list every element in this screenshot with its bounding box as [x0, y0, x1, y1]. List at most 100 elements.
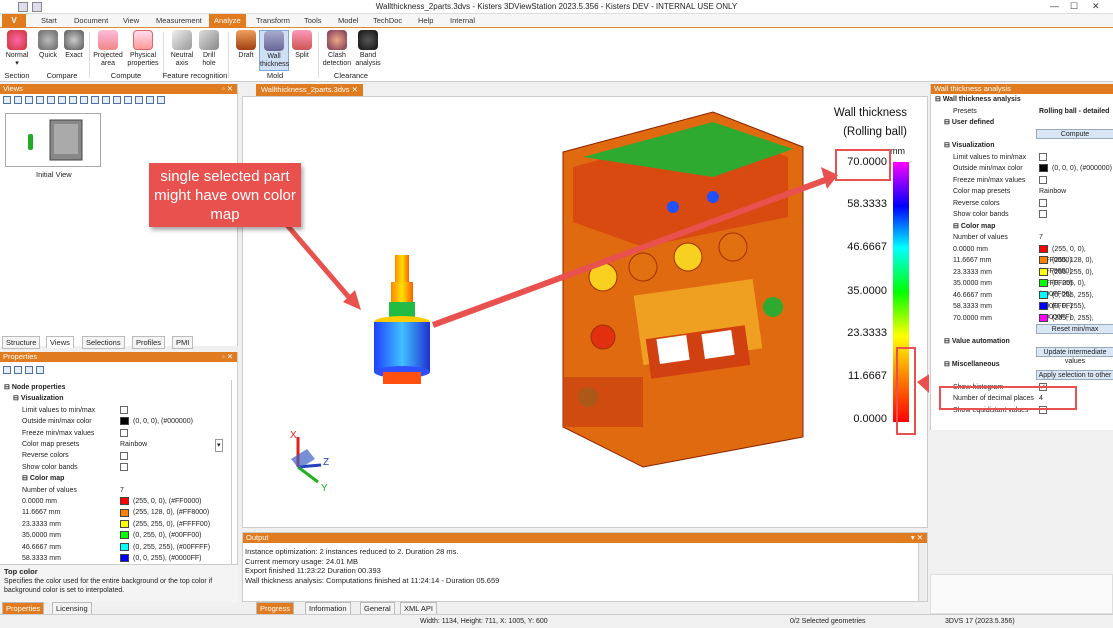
maximize-button[interactable]: ☐	[1070, 1, 1078, 12]
compare-quick-button[interactable]: Quick	[36, 30, 60, 60]
expand-icon[interactable]	[3, 366, 11, 374]
wta-property-value[interactable]: Rolling ball - detailed	[1039, 106, 1109, 117]
filter-icon[interactable]	[36, 366, 44, 374]
wta-property-value[interactable]: 7	[1039, 232, 1043, 243]
draft-button[interactable]: Draft	[234, 30, 258, 60]
props-property-value[interactable]	[120, 462, 128, 473]
props-property-value[interactable]: (255, 255, 0), (#FFFF00)	[120, 519, 210, 530]
props-property-value[interactable]: (0, 255, 0), (#00FF00)	[120, 530, 201, 541]
color-swatch[interactable]	[1039, 256, 1048, 265]
checkbox[interactable]	[1039, 152, 1047, 161]
color-swatch[interactable]	[120, 417, 129, 426]
wta-row[interactable]: ⊟ User defined	[931, 117, 1113, 128]
props-property-value[interactable]: (255, 128, 0), (#FF8000)	[120, 507, 209, 518]
collapse-toggle-icon[interactable]: ⊟	[935, 96, 943, 103]
color-swatch[interactable]	[1039, 302, 1048, 311]
color-swatch[interactable]	[120, 508, 129, 517]
pin-icon[interactable]: ▾ ✕	[911, 533, 923, 543]
view-tool-icon[interactable]	[135, 96, 143, 104]
view-tool-icon[interactable]	[14, 96, 22, 104]
clash-detection-button[interactable]: Clash detection	[320, 30, 354, 67]
tab-analyze[interactable]: Analyze	[209, 14, 246, 28]
collapse-icon[interactable]	[14, 366, 22, 374]
tab-measurement[interactable]: Measurement	[153, 14, 205, 28]
file-menu-button[interactable]: V	[2, 14, 26, 28]
collapse-toggle-icon[interactable]: ⊟	[944, 119, 952, 126]
color-swatch[interactable]	[1039, 267, 1048, 276]
props-property-value[interactable]: 7	[120, 485, 124, 496]
props-property-value[interactable]: (0, 0, 255), (#0000FF)	[120, 553, 201, 564]
tab-help[interactable]: Help	[415, 14, 436, 28]
collapse-toggle-icon[interactable]: ⊟	[953, 223, 961, 230]
engine-block-part[interactable]	[562, 111, 804, 468]
wta-property-value[interactable]: (0, 0, 0), (#000000)	[1039, 163, 1112, 174]
output-scrollbar[interactable]	[918, 543, 927, 601]
view-tool-icon[interactable]	[47, 96, 55, 104]
shaft-part[interactable]	[374, 255, 430, 384]
checkbox[interactable]	[120, 451, 128, 460]
wta-row[interactable]: ⊟ Wall thickness analysis	[931, 94, 1113, 105]
band-analysis-button[interactable]: Band analysis	[354, 30, 382, 67]
collapse-toggle-icon[interactable]: ⊟	[944, 338, 952, 345]
view-tool-icon[interactable]	[3, 96, 11, 104]
tab-views[interactable]: Views	[46, 336, 74, 348]
minimize-button[interactable]: —	[1050, 1, 1059, 11]
wta-property-value[interactable]	[1039, 209, 1047, 220]
collapse-toggle-icon[interactable]: ⊟	[13, 395, 21, 402]
color-swatch[interactable]	[1039, 164, 1048, 173]
props-property-value[interactable]	[120, 450, 128, 461]
physical-properties-button[interactable]: Physical properties	[126, 30, 160, 67]
section-normal-button[interactable]: Normal ▾	[4, 30, 30, 67]
initial-view-thumbnail[interactable]	[5, 113, 101, 167]
view-tool-icon[interactable]	[36, 96, 44, 104]
checkbox[interactable]	[1039, 175, 1047, 184]
compare-exact-button[interactable]: Exact	[62, 30, 86, 60]
collapse-toggle-icon[interactable]: ⊟	[4, 384, 12, 391]
props-property-value[interactable]	[120, 428, 128, 439]
sort-icon[interactable]	[25, 366, 33, 374]
pin-icon[interactable]: ▫ ✕	[222, 84, 233, 94]
props-property-value[interactable]: Rainbow ▾	[120, 439, 223, 452]
compute-button[interactable]: Compute	[1036, 128, 1113, 139]
apply-selection-to-other-button[interactable]: Apply selection to other	[1036, 370, 1113, 380]
tab-selections[interactable]: Selections	[82, 336, 125, 349]
neutral-axis-button[interactable]: Neutral axis	[168, 30, 196, 67]
collapse-toggle-icon[interactable]: ⊟	[22, 475, 30, 482]
color-swatch[interactable]	[120, 554, 129, 563]
close-button[interactable]: ✕	[1092, 1, 1100, 12]
tab-transform[interactable]: Transform	[253, 14, 293, 28]
tab-internal[interactable]: Internal	[447, 14, 478, 28]
pin-icon[interactable]: ▫ ✕	[222, 352, 233, 362]
checkbox[interactable]	[120, 462, 128, 471]
view-tool-icon[interactable]	[25, 96, 33, 104]
view-tool-icon[interactable]	[58, 96, 66, 104]
checkbox[interactable]	[1039, 198, 1047, 207]
view-tool-icon[interactable]	[69, 96, 77, 104]
drill-hole-button[interactable]: Drill hole	[198, 30, 220, 67]
color-swatch[interactable]	[1039, 279, 1048, 288]
view-tool-icon[interactable]	[124, 96, 132, 104]
color-swatch[interactable]	[1039, 244, 1048, 253]
color-swatch[interactable]	[120, 519, 129, 528]
collapse-toggle-icon[interactable]: ⊟	[944, 142, 952, 149]
view-tool-icon[interactable]	[113, 96, 121, 104]
props-property-value[interactable]: (0, 255, 255), (#00FFFF)	[120, 542, 210, 553]
tab-profiles[interactable]: Profiles	[132, 336, 166, 349]
tab-tools[interactable]: Tools	[301, 14, 325, 28]
tab-techdoc[interactable]: TechDoc	[370, 14, 405, 28]
view-tool-icon[interactable]	[80, 96, 88, 104]
wta-row[interactable]: ⊟ Color map	[931, 221, 1113, 232]
wta-property-value[interactable]: Rainbow	[1039, 186, 1066, 197]
3d-viewport[interactable]: X Z Y Wall thickness (Rolling ball) mm 7…	[149, 96, 979, 528]
props-property-value[interactable]	[120, 405, 128, 416]
wta-row[interactable]: ⊟ Value automation	[931, 336, 1113, 347]
color-swatch[interactable]	[1039, 313, 1048, 322]
color-swatch[interactable]	[120, 531, 129, 540]
wta-property-value[interactable]	[1039, 175, 1047, 186]
color-swatch[interactable]	[1039, 290, 1048, 299]
wall-thickness-button[interactable]: Wall thickness	[259, 30, 289, 71]
color-swatch[interactable]	[120, 542, 129, 551]
split-button[interactable]: Split	[291, 30, 313, 60]
props-property-value[interactable]: (255, 0, 0), (#FF0000)	[120, 496, 201, 507]
tab-start[interactable]: Start	[38, 14, 60, 28]
